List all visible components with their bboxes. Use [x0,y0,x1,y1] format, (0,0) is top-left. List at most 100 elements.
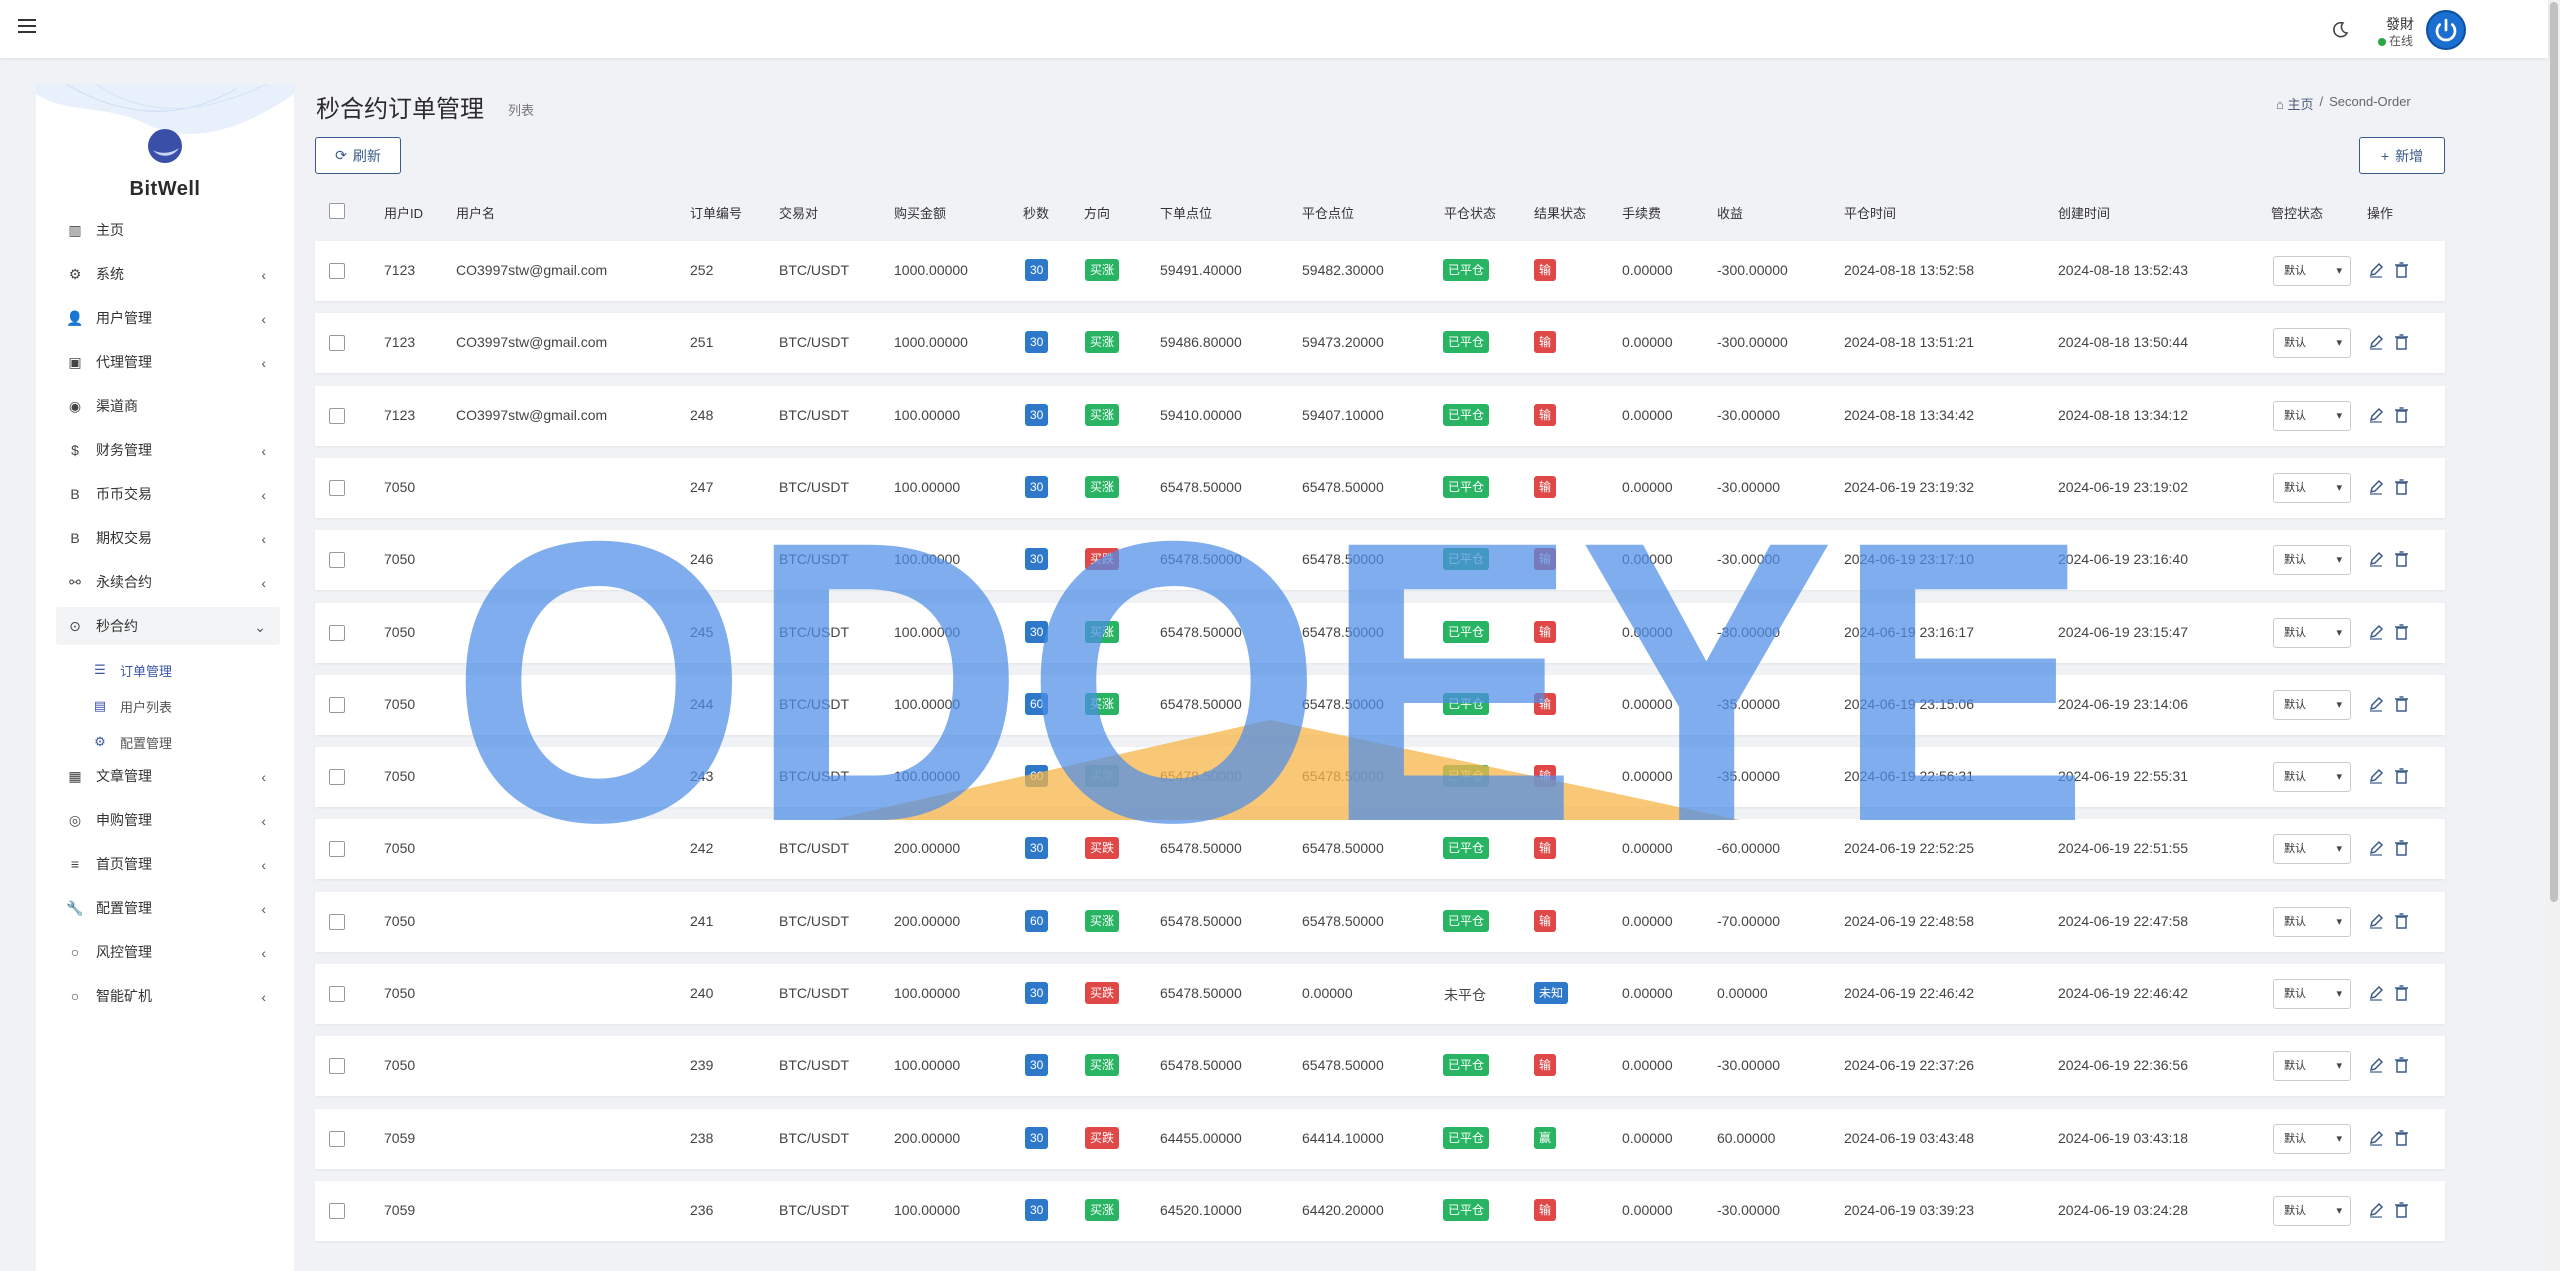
control-status-select[interactable]: 默认 [2273,1195,2351,1226]
delete-icon[interactable] [2390,1127,2412,1149]
delete-icon[interactable] [2390,404,2412,426]
delete-icon[interactable] [2390,910,2412,932]
row-checkbox[interactable] [329,913,345,930]
delete-icon[interactable] [2390,693,2412,715]
control-status-select[interactable]: 默认 [2273,1051,2351,1082]
row-checkbox[interactable] [329,407,345,424]
row-checkbox[interactable] [329,479,345,496]
control-status-select[interactable]: 默认 [2273,762,2351,793]
sidebar-item-after-5[interactable]: ○ 智能矿机 ‹ [56,977,280,1015]
sidebar-item-8[interactable]: ⚯ 永续合约 ‹ [56,563,280,601]
edit-icon[interactable] [2365,1199,2387,1221]
add-button[interactable]: + 新增 [2359,137,2445,174]
sidebar-item-after-0[interactable]: ▦ 文章管理 ‹ [56,757,280,795]
delete-icon[interactable] [2390,1054,2412,1076]
control-status-select[interactable]: 默认 [2273,906,2351,937]
sidebar-item-0[interactable]: ▥ 主页 [56,211,280,249]
sidebar-item-after-4[interactable]: ○ 风控管理 ‹ [56,933,280,971]
sidebar-item-3[interactable]: ▣ 代理管理 ‹ [56,343,280,381]
avatar[interactable] [2426,10,2466,50]
delete-icon[interactable] [2390,259,2412,281]
delete-icon[interactable] [2390,837,2412,859]
delete-icon[interactable] [2390,621,2412,643]
sidebar-item-4[interactable]: ◉ 渠道商 [56,387,280,425]
row-checkbox[interactable] [329,696,345,713]
control-status-select[interactable]: 默认 [2273,545,2351,576]
control-status-select[interactable]: 默认 [2273,472,2351,503]
sidebar-item-2[interactable]: 👤 用户管理 ‹ [56,299,280,337]
table-row[interactable]: 7050 245 BTC/USDT 100.00000 65478.50000 65478… [315,602,2445,663]
control-status-select[interactable]: 默认 [2273,1123,2351,1154]
row-checkbox[interactable] [329,986,345,1002]
edit-icon[interactable] [2365,837,2387,859]
sidebar-subitem-1[interactable]: ▤ 用户列表 [92,691,172,721]
table-row[interactable]: 7050 240 BTC/USDT 100.00000 65478.50000 0.000… [315,964,2445,1024]
row-checkbox[interactable] [329,624,345,641]
table-row[interactable]: 7050 244 BTC/USDT 100.00000 65478.50000 65478… [315,674,2445,735]
sidebar-item-5[interactable]: $ 财务管理 ‹ [56,431,280,469]
sidebar-item-6[interactable]: B 币币交易 ‹ [56,475,280,513]
sidebar-item-after-3[interactable]: 🔧 配置管理 ‹ [56,889,280,927]
control-status-select[interactable]: 默认 [2273,328,2351,359]
edit-icon[interactable] [2365,693,2387,715]
delete-icon[interactable] [2390,548,2412,570]
control-status-select[interactable]: 默认 [2273,617,2351,648]
edit-icon[interactable] [2365,765,2387,787]
edit-icon[interactable] [2365,476,2387,498]
delete-icon[interactable] [2390,476,2412,498]
table-row[interactable]: 7050 247 BTC/USDT 100.00000 65478.50000 65478… [315,457,2445,518]
edit-icon[interactable] [2365,621,2387,643]
control-status-select[interactable]: 默认 [2273,979,2351,1009]
sidebar-item-after-1[interactable]: ◎ 申购管理 ‹ [56,801,280,839]
menu-toggle-icon[interactable] [18,19,36,33]
table-row[interactable]: 7123 CO3997stw@gmail.com 252 BTC/USDT 1000.0… [315,241,2445,301]
table-row[interactable]: 7059 238 BTC/USDT 200.00000 64455.00000 64414… [315,1108,2445,1169]
table-row[interactable]: 7050 239 BTC/USDT 100.00000 65478.50000 65478… [315,1036,2445,1097]
col-fee: 手续费 [1622,206,1662,221]
row-checkbox[interactable] [329,1202,345,1219]
table-row[interactable]: 7123 CO3997stw@gmail.com 248 BTC/USDT 100.00… [315,385,2445,446]
delete-icon[interactable] [2390,1199,2412,1221]
sidebar-item-1[interactable]: ⚙ 系统 ‹ [56,255,280,293]
edit-icon[interactable] [2365,910,2387,932]
table-row[interactable]: 7059 236 BTC/USDT 100.00000 64520.10000 64420… [315,1180,2445,1241]
delete-icon[interactable] [2390,331,2412,353]
sidebar-item-7[interactable]: B 期权交易 ‹ [56,519,280,557]
refresh-button[interactable]: ⟳ 刷新 [315,137,401,174]
dark-mode-icon[interactable] [2330,20,2350,40]
delete-icon[interactable] [2390,765,2412,787]
row-checkbox[interactable] [329,1130,345,1147]
sidebar-item-after-2[interactable]: ≡ 首页管理 ‹ [56,845,280,883]
row-checkbox[interactable] [329,769,345,786]
control-status-select[interactable]: 默认 [2273,400,2351,431]
row-checkbox[interactable] [329,1058,345,1075]
row-checkbox[interactable] [329,335,345,352]
edit-icon[interactable] [2365,982,2387,1004]
delete-icon[interactable] [2390,982,2412,1004]
row-checkbox[interactable] [329,263,345,279]
user-name[interactable]: 發財 [2386,14,2414,34]
table-row[interactable]: 7050 243 BTC/USDT 100.00000 65478.50000 65478… [315,747,2445,808]
edit-icon[interactable] [2365,1127,2387,1149]
sidebar-subitem-0[interactable]: ☰ 订单管理 [92,655,172,685]
breadcrumb-home[interactable]: ⌂ 主页 [2276,94,2313,113]
edit-icon[interactable] [2365,404,2387,426]
edit-icon[interactable] [2365,331,2387,353]
table-row[interactable]: 7050 241 BTC/USDT 200.00000 65478.50000 65478… [315,891,2445,952]
table-row[interactable]: 7123 CO3997stw@gmail.com 251 BTC/USDT 1000.0… [315,313,2445,374]
select-all-checkbox[interactable] [329,203,345,219]
table-row[interactable]: 7050 242 BTC/USDT 200.00000 65478.50000 65478… [315,819,2445,880]
edit-icon[interactable] [2365,548,2387,570]
scrollbar-thumb[interactable] [2550,2,2558,902]
row-checkbox[interactable] [329,841,345,858]
edit-icon[interactable] [2365,259,2387,281]
table-row[interactable]: 7050 246 BTC/USDT 100.00000 65478.50000 65478… [315,530,2445,591]
control-status-select[interactable]: 默认 [2273,689,2351,720]
col-username: 用户名 [456,206,496,221]
row-checkbox[interactable] [329,552,345,569]
edit-icon[interactable] [2365,1054,2387,1076]
sidebar-item-9[interactable]: ⊙ 秒合约 ⌄ [56,607,280,645]
control-status-select[interactable]: 默认 [2273,256,2351,286]
control-status-select[interactable]: 默认 [2273,834,2351,865]
sidebar-subitem-2[interactable]: ⚙ 配置管理 [92,727,172,757]
